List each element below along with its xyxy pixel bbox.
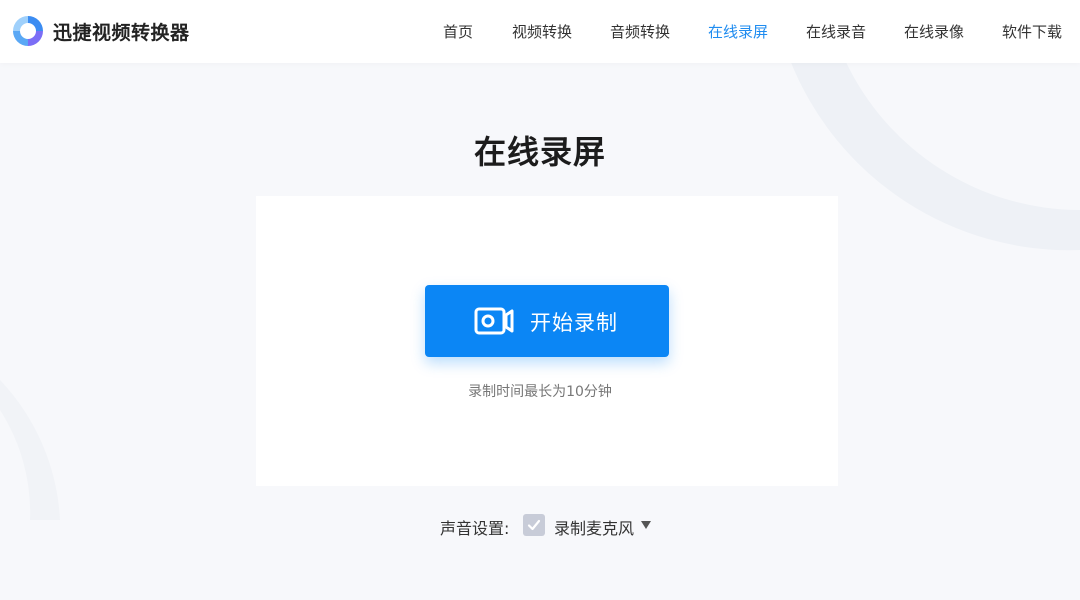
checkmark-icon [527,519,541,531]
nav-item-audio-record[interactable]: 在线录音 [806,21,866,42]
nav-item-audio-convert[interactable]: 音频转换 [610,21,670,42]
nav-item-video-convert[interactable]: 视频转换 [512,21,572,42]
nav-item-software-download[interactable]: 软件下载 [1002,21,1062,42]
sound-checkbox[interactable] [523,514,545,536]
nav-item-video-record[interactable]: 在线录像 [904,21,964,42]
swirl-logo-icon[interactable] [10,13,46,49]
nav-item-screen-record[interactable]: 在线录屏 [708,21,768,42]
microphone-select[interactable]: 录制麦克风 [554,515,634,539]
nav-item-home[interactable]: 首页 [443,21,473,42]
brand-name[interactable]: 迅捷视频转换器 [53,18,190,45]
sound-settings-label: 声音设置: [440,519,510,538]
start-recording-button[interactable]: 开始录制 [425,285,669,357]
page-title: 在线录屏 [473,133,606,171]
max-duration-hint: 录制时间最长为10分钟 [468,384,612,400]
camera-icon [474,307,514,335]
top-header: 迅捷视频转换器 首页 视频转换 音频转换 在线录屏 在线录音 在线录像 软件下载 [0,0,1080,63]
caret-down-icon[interactable] [640,519,652,531]
start-recording-label: 开始录制 [530,312,618,335]
